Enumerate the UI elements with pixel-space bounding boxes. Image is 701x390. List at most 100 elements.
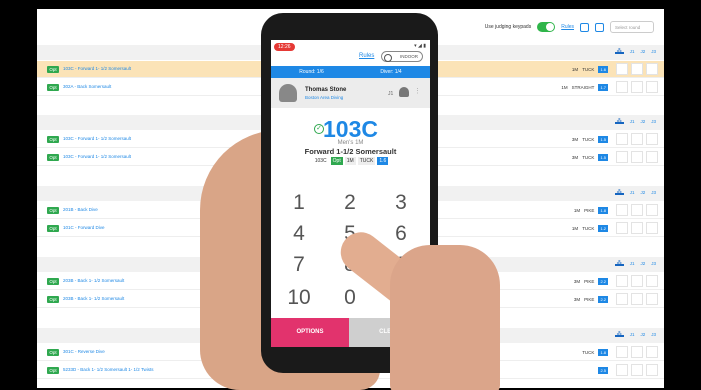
judge-label: J1 [388, 91, 394, 97]
dive-position: TUCK [582, 350, 595, 355]
key-7[interactable]: 7 [279, 252, 319, 278]
score-cell-j3[interactable] [646, 204, 658, 216]
key-10[interactable]: 10 [279, 285, 319, 311]
dive-board: 3M [573, 297, 581, 302]
opt-badge: Opt [47, 84, 59, 91]
judge-column-label: J3 [651, 332, 656, 337]
dive-name-link[interactable]: 301C - Reverse Dive [63, 349, 105, 354]
judges-icon: ⁂ [614, 48, 624, 54]
round-select[interactable]: Select round [610, 21, 654, 33]
score-cell-j2[interactable] [631, 63, 643, 75]
judges-icon: ⁂ [614, 118, 624, 124]
score-cell-j2[interactable] [631, 133, 643, 145]
key-6[interactable]: 6 [381, 221, 421, 247]
score-cell-j3[interactable] [646, 293, 658, 305]
key-2[interactable]: 2 [330, 190, 370, 216]
score-cell-j3[interactable] [646, 151, 658, 163]
score-cell-j2[interactable] [631, 81, 643, 93]
score-cell-j3[interactable] [646, 346, 658, 358]
score-cell-j2[interactable] [631, 275, 643, 287]
tag-position: TUCK [357, 157, 376, 165]
diver-club: Boston Area Diving [305, 95, 344, 100]
dive-name-link[interactable]: 201B - Back Dive [63, 207, 98, 212]
dive-board: 1M [571, 67, 579, 72]
round-label: Round: 1/6 [299, 69, 324, 75]
judge-column-label: J2 [640, 49, 646, 54]
key-4[interactable]: 4 [279, 221, 319, 247]
judges-icon: ⁂ [614, 260, 624, 266]
score-cell-j3[interactable] [646, 222, 658, 234]
score-cell-j3[interactable] [646, 275, 658, 287]
score-cell-j1[interactable] [616, 275, 628, 287]
indoor-toggle[interactable]: INDOOR [381, 51, 423, 62]
score-cell-j1[interactable] [616, 364, 628, 376]
dive-tags: 103C Opt 1M TUCK 1.6 [271, 157, 430, 165]
score-cell-j1[interactable] [616, 151, 628, 163]
diver-card[interactable]: Thomas Stone Boston Area Diving J1 ⋮ [271, 78, 430, 108]
dive-position: PIKE [584, 208, 595, 213]
score-cell-j2[interactable] [631, 151, 643, 163]
score-cell-j3[interactable] [646, 63, 658, 75]
score-cell-j1[interactable] [616, 204, 628, 216]
opt-badge: Opt [47, 66, 59, 73]
score-cell-j2[interactable] [631, 222, 643, 234]
more-icon[interactable]: ⋮ [414, 87, 421, 95]
dive-name-link[interactable]: 203B - Back 1- 1/2 Somersault [63, 278, 124, 283]
score-cell-j2[interactable] [631, 204, 643, 216]
dive-description: Forward 1-1/2 Somersault [304, 147, 397, 156]
score-cell-j3[interactable] [646, 364, 658, 376]
opt-badge: Opt [47, 154, 59, 161]
dive-name-link[interactable]: 103C - Forward 1- 1/2 Somersault [63, 136, 131, 141]
score-cell-j3[interactable] [646, 81, 658, 93]
options-button[interactable]: OPTIONS [271, 318, 349, 347]
phone-app-bar: Rules INDOOR [271, 50, 430, 64]
key-1[interactable]: 1 [279, 190, 319, 216]
dive-name-link[interactable]: 103C - Forward 1- 1/2 Somersault [63, 154, 131, 159]
dive-board: 3M [573, 279, 581, 284]
judge-column-label: J1 [629, 119, 635, 124]
rules-link[interactable]: Rules [561, 24, 574, 30]
avatar [279, 84, 297, 102]
dive-dd-badge: 1.5 [598, 136, 608, 143]
score-cell-j3[interactable] [646, 133, 658, 145]
dive-name-link[interactable]: 5233D - Back 1- 1/2 Somersault 1- 1/2 Tw… [63, 367, 153, 372]
dive-dd-badge: 2.5 [598, 367, 608, 374]
phone-rules-link[interactable]: Rules [359, 53, 374, 59]
share-icon[interactable] [580, 22, 589, 32]
dive-dd-badge: 2.2 [598, 278, 608, 285]
judges-icon: ⁂ [614, 331, 624, 337]
dive-board: 3M [571, 137, 579, 142]
score-cell-j1[interactable] [616, 222, 628, 234]
score-cell-j1[interactable] [616, 63, 628, 75]
dive-dd-badge: 1.8 [598, 207, 608, 214]
dive-code: 103C [323, 116, 378, 142]
dive-dd-badge: 1.7 [598, 84, 608, 91]
dive-dd-badge: 1.8 [598, 349, 608, 356]
dive-name-link[interactable]: 203B - Back 1- 1/2 Somersault [63, 296, 124, 301]
judge-column-label: J2 [640, 190, 646, 195]
key-3[interactable]: 3 [381, 190, 421, 216]
key-0[interactable]: 0 [330, 285, 370, 311]
score-cell-j1[interactable] [616, 81, 628, 93]
score-cell-j1[interactable] [616, 133, 628, 145]
judge-column-label: J3 [651, 261, 656, 266]
tag-board: 1M [344, 157, 356, 165]
dive-name-link[interactable]: 103C - Forward 1- 1/2 Somersault [63, 66, 131, 71]
judging-keypads-toggle[interactable] [537, 22, 556, 32]
score-cell-j1[interactable] [616, 293, 628, 305]
dive-dd-badge: 1.2 [598, 225, 608, 232]
judge-column-label: J3 [651, 119, 656, 124]
dive-name-link[interactable]: 302A - Back Somersault [63, 84, 111, 89]
judge-column-label: J1 [629, 190, 635, 195]
judge-column-label: J3 [651, 190, 656, 195]
score-cell-j2[interactable] [631, 364, 643, 376]
score-cell-j1[interactable] [616, 346, 628, 358]
dive-position: TUCK [582, 137, 595, 142]
print-icon[interactable] [595, 22, 604, 32]
dive-dd-badge: 1.5 [598, 154, 608, 161]
judge-column-label: J1 [629, 332, 635, 337]
score-cell-j2[interactable] [631, 346, 643, 358]
judges-icon: ⁂ [614, 189, 624, 195]
dive-name-link[interactable]: 101C - Forward Dive [63, 225, 105, 230]
score-cell-j2[interactable] [631, 293, 643, 305]
